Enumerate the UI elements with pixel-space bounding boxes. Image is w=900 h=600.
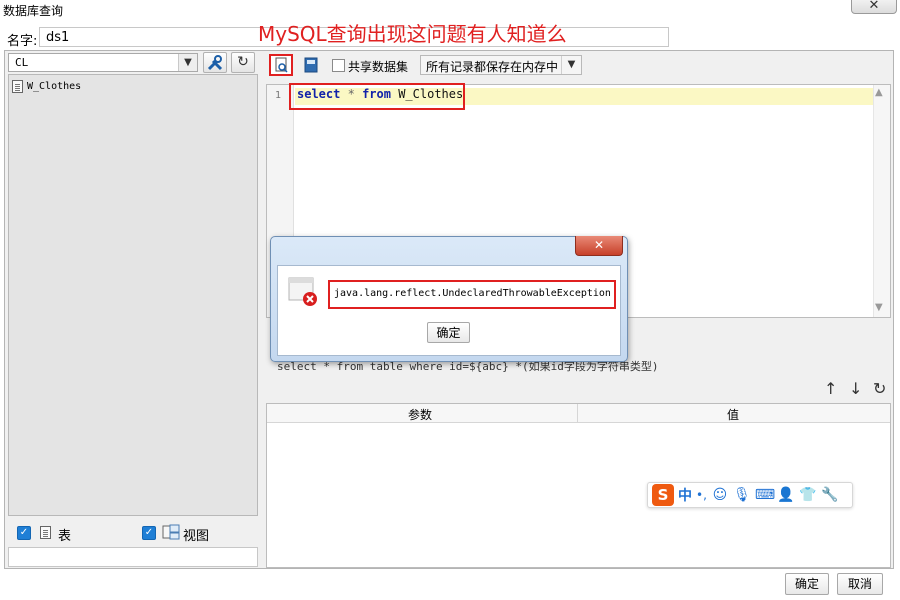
dialog-close-button[interactable]: ✕ (575, 236, 623, 256)
window-close-button[interactable]: ✕ (851, 0, 897, 14)
annotation-highlight-box (328, 280, 616, 309)
mic-icon[interactable]: 🎙 (733, 487, 751, 503)
editor-scrollbar[interactable] (873, 85, 890, 317)
preview-icon (275, 57, 288, 73)
move-up-icon[interactable]: ↑ (824, 379, 837, 398)
smile-icon[interactable]: ☺ (711, 487, 729, 503)
error-icon (288, 277, 317, 306)
column-header-param[interactable]: 参数 (408, 406, 432, 423)
view-filter-label: 视图 (183, 529, 210, 544)
tree-search-input[interactable] (8, 547, 258, 567)
scroll-down-icon[interactable]: ▼ (875, 302, 883, 313)
scroll-up-icon[interactable]: ▲ (875, 87, 883, 98)
chevron-down-icon[interactable]: ▼ (178, 54, 197, 71)
refresh-params-icon[interactable]: ↻ (873, 379, 886, 398)
tree-item-label: W_Clothes (27, 80, 82, 92)
shirt-icon[interactable]: 👕 (799, 487, 817, 503)
share-dataset-checkbox[interactable] (332, 59, 345, 72)
table-icon (40, 526, 51, 539)
move-down-icon[interactable]: ↓ (849, 379, 862, 398)
annotation-highlight-box (289, 83, 465, 110)
name-label: 名字: (7, 34, 38, 49)
column-header-value[interactable]: 值 (727, 406, 739, 423)
annotation-text: MySQL查询出现这问题有人知道么 (258, 22, 567, 46)
share-dataset-label: 共享数据集 (348, 60, 409, 74)
ime-mode-toggle[interactable]: 中 (678, 485, 692, 505)
tools-icon (207, 55, 223, 71)
ime-toolbar[interactable]: S 中 •, ☺ 🎙 ⌨ 👤 👕 🔧 (647, 482, 853, 508)
user-icon[interactable]: 👤 (777, 487, 795, 503)
preview-button[interactable] (269, 54, 293, 76)
column-divider[interactable] (577, 404, 578, 423)
sogou-logo-icon[interactable]: S (652, 484, 674, 506)
keyboard-icon[interactable]: ⌨ (755, 487, 775, 503)
refresh-icon: ↻ (237, 54, 249, 70)
wrench-icon[interactable]: 🔧 (821, 487, 839, 503)
database-refresh-icon (304, 57, 318, 73)
view-icon (162, 524, 180, 540)
ime-punctuation-toggle[interactable]: •, (696, 488, 707, 502)
table-filter-label: 表 (58, 529, 72, 544)
connection-select[interactable]: CL (8, 53, 198, 72)
dialog-ok-button[interactable]: 确定 (427, 322, 470, 343)
table-icon (12, 79, 23, 93)
cancel-button[interactable]: 取消 (837, 573, 883, 595)
refresh-connection-button[interactable]: ↻ (231, 52, 255, 73)
window-title: 数据库查询 (3, 4, 64, 18)
sql-param-refresh-button[interactable] (302, 56, 320, 74)
table-filter-checkbox[interactable]: ✓ (17, 526, 31, 540)
ok-button[interactable]: 确定 (785, 573, 829, 595)
memory-mode-select[interactable]: 所有记录都保存在内存中 (420, 55, 582, 75)
connection-settings-button[interactable] (203, 52, 227, 73)
title-bar (0, 0, 900, 20)
chevron-down-icon[interactable]: ▼ (561, 56, 581, 74)
param-table-header (267, 404, 890, 423)
table-tree (8, 74, 258, 516)
tree-item-w-clothes[interactable]: W_Clothes (12, 78, 81, 94)
view-filter-checkbox[interactable]: ✓ (142, 526, 156, 540)
line-number: 1 (275, 90, 282, 101)
